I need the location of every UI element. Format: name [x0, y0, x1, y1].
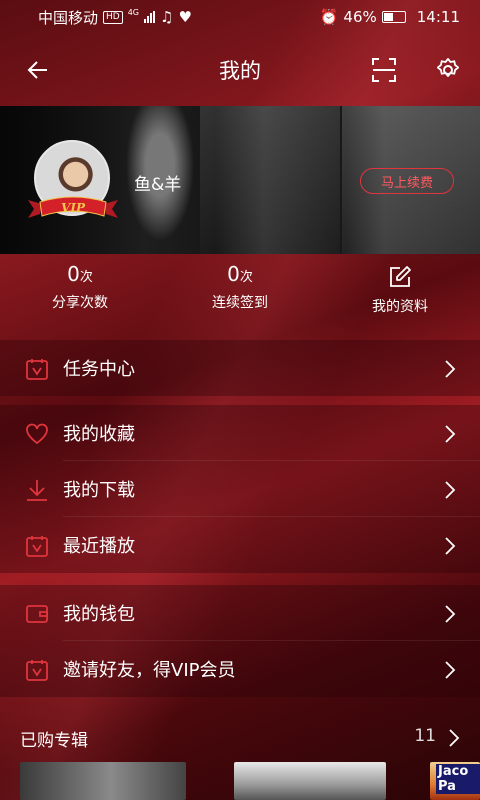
menu-item-task-center[interactable]: 任务中心 [0, 340, 480, 396]
purchased-albums-title: 已购专辑 [20, 731, 88, 751]
checkin-streak-value: 0 [227, 262, 240, 286]
share-count-label: 分享次数 [52, 295, 108, 311]
calendar-icon [26, 359, 48, 380]
menu-item-label: 我的钱包 [63, 604, 135, 625]
calendar-icon [26, 536, 48, 557]
signal-icon [144, 11, 156, 23]
menu-group-library: 我的收藏 我的下载 最近播放 [0, 405, 480, 573]
scan-icon [372, 58, 396, 82]
menu-group-tasks: 任务中心 [0, 340, 480, 396]
share-count-value: 0 [67, 262, 80, 286]
my-profile-label: 我的资料 [372, 299, 428, 315]
banner-album-cover [200, 106, 340, 254]
username: 鱼&羊 [134, 175, 182, 195]
vip-badge: VIP [61, 201, 86, 215]
chevron-right-icon [445, 481, 456, 499]
menu-item-invite[interactable]: 邀请好友，得VIP会员 [0, 641, 480, 697]
menu-item-favorites[interactable]: 我的收藏 [0, 405, 480, 461]
chevron-right-icon [445, 605, 456, 623]
chevron-right-icon [445, 661, 456, 679]
album-title: Jaco Pa [436, 764, 480, 794]
battery-percent: 46% [343, 8, 377, 26]
gear-icon [437, 58, 459, 77]
album-cover[interactable] [234, 762, 386, 800]
heart-rate-icon: ♥ [178, 8, 192, 26]
top-bar: 我的 [0, 34, 480, 106]
menu-group-account: 我的钱包 邀请好友，得VIP会员 [0, 585, 480, 697]
wallet-icon [26, 605, 48, 623]
menu-item-label: 邀请好友，得VIP会员 [63, 660, 236, 681]
menu-item-label: 最近播放 [63, 536, 135, 557]
music-note-icon: ♫ [160, 8, 174, 26]
download-icon [27, 480, 47, 501]
hd-badge: HD [103, 10, 123, 24]
page-title: 我的 [219, 59, 261, 83]
album-cover[interactable] [20, 762, 186, 800]
checkin-streak-label: 连续签到 [212, 295, 268, 311]
menu-item-label: 任务中心 [63, 359, 135, 380]
back-button[interactable] [18, 50, 58, 90]
vip-ribbon-icon: VIP [28, 196, 118, 218]
purchased-albums-header[interactable]: 已购专辑 11 [0, 712, 480, 756]
edit-icon [390, 266, 411, 287]
alarm-icon: ⏰ [319, 8, 339, 26]
chevron-right-icon [449, 729, 460, 747]
purchased-albums-count: 11 [414, 726, 436, 746]
calendar-icon [26, 660, 48, 681]
share-count-stat[interactable]: 0次 分享次数 [0, 262, 160, 312]
checkin-streak-unit: 次 [239, 270, 253, 285]
menu-item-label: 我的收藏 [63, 424, 135, 445]
scan-button[interactable] [364, 50, 404, 90]
settings-button[interactable] [428, 50, 468, 90]
chevron-right-icon [445, 537, 456, 555]
status-bar: 中国移动 HD 4G ♫ ♥ ⏰ 46% 14:11 [0, 0, 480, 34]
chevron-right-icon [445, 360, 456, 378]
carrier-name: 中国移动 [38, 8, 99, 27]
menu-item-label: 我的下载 [63, 480, 135, 501]
menu-item-downloads[interactable]: 我的下载 [0, 461, 480, 517]
chevron-right-icon [445, 425, 456, 443]
battery-icon [381, 11, 406, 23]
menu-item-wallet[interactable]: 我的钱包 [0, 585, 480, 641]
clock-time: 14:11 [416, 8, 460, 26]
menu-item-recent[interactable]: 最近播放 [0, 517, 480, 573]
back-arrow-icon [27, 61, 47, 79]
stats-bar: 0次 分享次数 0次 连续签到 我的资料 [0, 262, 480, 328]
avatar[interactable]: VIP [28, 140, 118, 222]
album-cover[interactable]: Jaco Pa [430, 762, 480, 800]
checkin-streak-stat[interactable]: 0次 连续签到 [160, 262, 320, 312]
share-count-unit: 次 [79, 270, 93, 285]
network-type: 4G [127, 7, 140, 17]
renew-vip-button[interactable]: 马上续费 [360, 168, 454, 194]
my-profile-link[interactable]: 我的资料 [320, 262, 480, 316]
heart-icon [26, 423, 48, 445]
